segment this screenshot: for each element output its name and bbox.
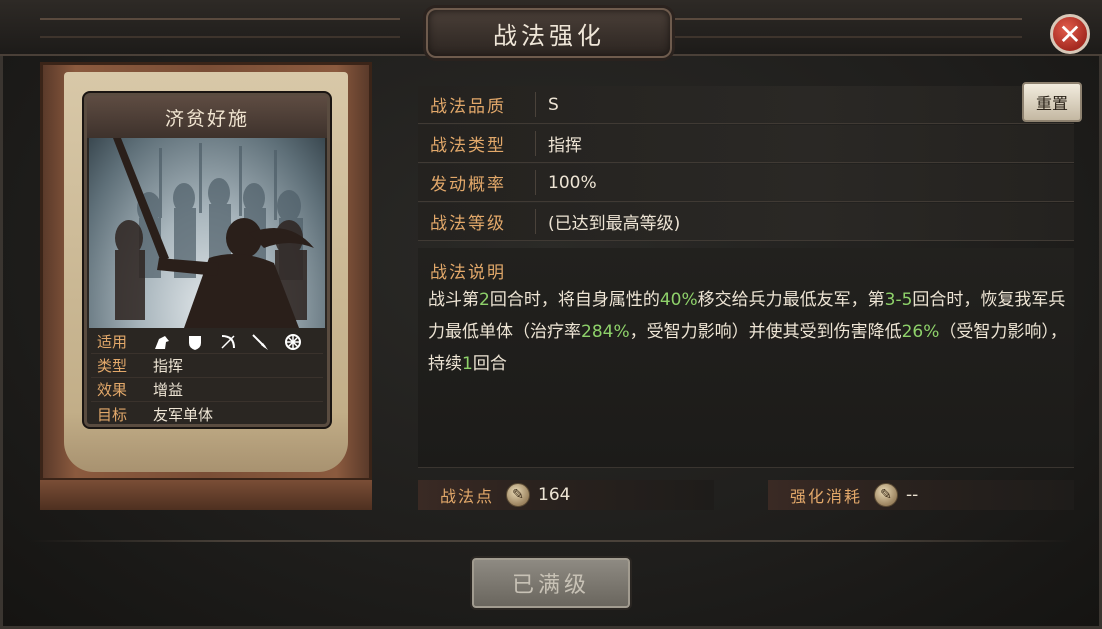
description-highlight-value: 1 (462, 354, 473, 374)
card-row-label: 效果 (97, 381, 128, 399)
description-highlight-value: 284% (581, 322, 630, 342)
description-highlight-value: 3-5 (884, 290, 913, 310)
card-row-label: 类型 (97, 357, 128, 375)
warrior-silhouette-image (113, 138, 314, 328)
cavalry-icon (155, 335, 169, 349)
info-label: 发动概率 (418, 170, 536, 195)
info-row-quality: 战法品质 S (418, 86, 1074, 124)
description-highlight-value: 40% (659, 290, 698, 310)
skill-description-panel: 战法说明 战斗第2回合时，将自身属性的40%移交给兵力最低友军，第3-5回合时，… (418, 248, 1074, 468)
description-text: 战斗第2回合时，将自身属性的40%移交给兵力最低友军，第3-5回合时，恢复我军兵… (428, 284, 1072, 380)
skill-point-coin-icon: ✎ (506, 483, 531, 507)
info-value: (已达到最高等级) (548, 214, 681, 234)
description-highlight-value: 2 (479, 290, 490, 310)
reset-button[interactable]: 重置 (1022, 82, 1082, 122)
scroll-roller (40, 478, 372, 510)
skill-card: 济贫好施 适用 类型 指挥 效果 增益 目标 友军单体 (84, 93, 330, 427)
wheel-icon (285, 333, 302, 350)
info-row-level: 战法等级 (已达到最高等级) (418, 203, 1074, 241)
max-level-button[interactable]: 已满级 (472, 558, 630, 608)
info-label: 战法等级 (418, 209, 536, 234)
card-row-label: 适用 (97, 333, 128, 351)
skill-card-rows: 适用 类型 指挥 效果 增益 目标 友军单体 (91, 330, 323, 426)
card-row-effect: 效果 增益 (91, 378, 323, 402)
info-label: 战法类型 (418, 131, 536, 156)
info-value: S (548, 94, 559, 115)
bow-icon (221, 334, 235, 349)
info-row-rate: 发动概率 100% (418, 164, 1074, 202)
description-highlight-value: 26% (901, 322, 940, 342)
card-row-icons (153, 332, 312, 351)
close-button[interactable]: ✕ (1050, 14, 1090, 54)
description-text-part: 回合 (472, 354, 507, 374)
description-text-part: ，受智力影响）并使其受到伤害降低 (629, 322, 902, 342)
description-title: 战法说明 (430, 263, 506, 283)
skill-point-coin-icon: ✎ (874, 483, 899, 507)
info-value: 100% (548, 172, 597, 193)
close-icon: ✕ (1058, 17, 1082, 51)
title-plate: 战法强化 (426, 8, 672, 58)
description-text-part: 移交给兵力最低友军，第 (697, 290, 885, 310)
card-row-applicable: 适用 (91, 330, 323, 354)
card-row-type: 类型 指挥 (91, 354, 323, 378)
upgrade-cost-value: -- (906, 485, 919, 505)
skill-points-label: 战法点 (440, 487, 495, 506)
upgrade-cost-label: 强化消耗 (790, 487, 863, 506)
page-title: 战法强化 (493, 21, 605, 50)
skill-card-art (89, 138, 325, 328)
skill-card-name: 济贫好施 (164, 107, 249, 130)
info-label: 战法品质 (418, 92, 536, 117)
skill-card-title-bar: 济贫好施 (87, 96, 327, 138)
description-text-part: 战斗第 (428, 290, 479, 310)
top-ornament-right (662, 18, 1022, 38)
shield-icon (188, 335, 201, 350)
description-text-part: 回合时，将自身属性的 (489, 290, 660, 310)
card-row-value: 指挥 (153, 357, 184, 375)
card-row-label: 目标 (97, 405, 128, 424)
skill-points-value: 164 (538, 485, 571, 505)
card-row-target: 目标 友军单体 (91, 402, 323, 426)
skill-points-box: 战法点 ✎ 164 (418, 480, 714, 510)
card-row-value: 增益 (153, 381, 184, 399)
max-level-label: 已满级 (511, 573, 590, 598)
top-ornament-left (40, 18, 400, 38)
spear-icon (252, 334, 269, 350)
info-value: 指挥 (548, 136, 582, 156)
info-row-type: 战法类型 指挥 (418, 125, 1074, 163)
upgrade-cost-box: 强化消耗 ✎ -- (768, 480, 1074, 510)
bottom-divider (30, 540, 1072, 542)
card-row-value: 友军单体 (153, 405, 214, 424)
